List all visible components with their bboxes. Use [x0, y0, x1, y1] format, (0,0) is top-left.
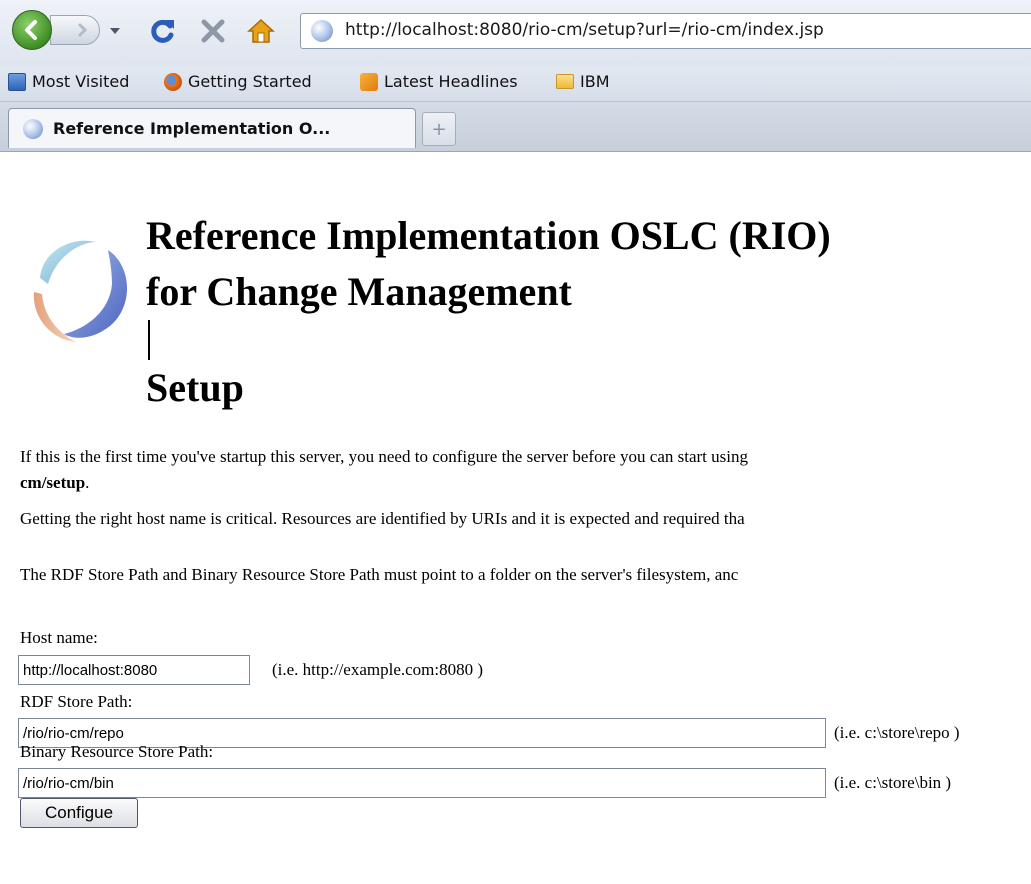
back-arrow-icon — [25, 20, 37, 40]
intro-text-end: . — [85, 473, 90, 492]
stop-button[interactable] — [196, 14, 230, 48]
host-name-label: Host name: — [20, 628, 98, 647]
firefox-icon — [164, 72, 182, 91]
rss-feed-icon — [360, 72, 378, 91]
binary-store-path-label: Binary Resource Store Path: — [20, 742, 214, 761]
intro-paragraph: If this is the first time you've startup… — [20, 444, 748, 496]
title-line: for Change Management — [146, 264, 831, 360]
configure-button[interactable]: Configue — [20, 798, 138, 828]
intro-text: If this is the first time you've startup… — [20, 447, 748, 466]
binary-store-path-input[interactable] — [18, 768, 826, 798]
title-line-text: for Change Management — [146, 269, 572, 314]
rio-logo — [33, 240, 128, 342]
navigation-toolbar: http://localhost:8080/rio-cm/setup?url=/… — [0, 0, 1031, 66]
host-name-input[interactable] — [18, 655, 250, 685]
bookmark-label: Most Visited — [32, 72, 130, 91]
page-favicon-icon — [23, 118, 43, 139]
stop-icon — [201, 19, 225, 43]
bookmark-label: Getting Started — [188, 72, 312, 91]
bookmarks-toolbar: Most Visited Getting Started Latest Head… — [0, 66, 1031, 102]
text-caret — [148, 320, 150, 360]
tab-strip: Reference Implementation O... + — [0, 102, 1031, 152]
reload-button[interactable] — [146, 14, 180, 48]
page-title: Reference Implementation OSLC (RIO) for … — [146, 208, 831, 416]
forward-button[interactable] — [50, 15, 100, 45]
folder-icon — [556, 74, 574, 89]
store-path-paragraph: The RDF Store Path and Binary Resource S… — [20, 565, 739, 584]
host-name-paragraph: Getting the right host name is critical.… — [20, 509, 745, 528]
history-dropdown-icon — [110, 28, 120, 34]
url-text[interactable]: http://localhost:8080/rio-cm/setup?url=/… — [345, 20, 824, 40]
bookmark-ibm[interactable]: IBM — [556, 72, 610, 91]
new-tab-button[interactable]: + — [422, 112, 456, 146]
back-button[interactable] — [12, 10, 52, 50]
rdf-store-path-label: RDF Store Path: — [20, 692, 133, 711]
bookmark-label: Latest Headlines — [384, 72, 518, 91]
binary-store-path-hint: (i.e. c:\store\bin ) — [834, 773, 952, 792]
rdf-store-path-hint: (i.e. c:\store\repo ) — [834, 723, 960, 742]
bookmark-getting-started[interactable]: Getting Started — [164, 72, 312, 91]
home-icon — [247, 18, 275, 43]
most-visited-icon — [8, 72, 26, 91]
forward-arrow-icon — [77, 22, 88, 38]
home-button[interactable] — [244, 14, 278, 48]
history-dropdown-button[interactable] — [106, 22, 124, 40]
title-line: Reference Implementation OSLC (RIO) — [146, 213, 831, 258]
host-name-hint: (i.e. http://example.com:8080 ) — [272, 660, 484, 679]
setup-path-text: cm/setup — [20, 473, 86, 492]
plus-icon: + — [431, 118, 447, 140]
url-bar[interactable]: http://localhost:8080/rio-cm/setup?url=/… — [300, 13, 1031, 49]
tab-reference-implementation[interactable]: Reference Implementation O... — [8, 108, 416, 148]
bookmark-latest-headlines[interactable]: Latest Headlines — [360, 72, 518, 91]
reload-icon — [151, 19, 174, 43]
title-line: Setup — [146, 365, 244, 410]
bookmark-most-visited[interactable]: Most Visited — [8, 72, 129, 91]
page-favicon-icon — [311, 20, 333, 42]
bookmark-label: IBM — [580, 72, 610, 91]
tab-title: Reference Implementation O... — [53, 119, 331, 138]
